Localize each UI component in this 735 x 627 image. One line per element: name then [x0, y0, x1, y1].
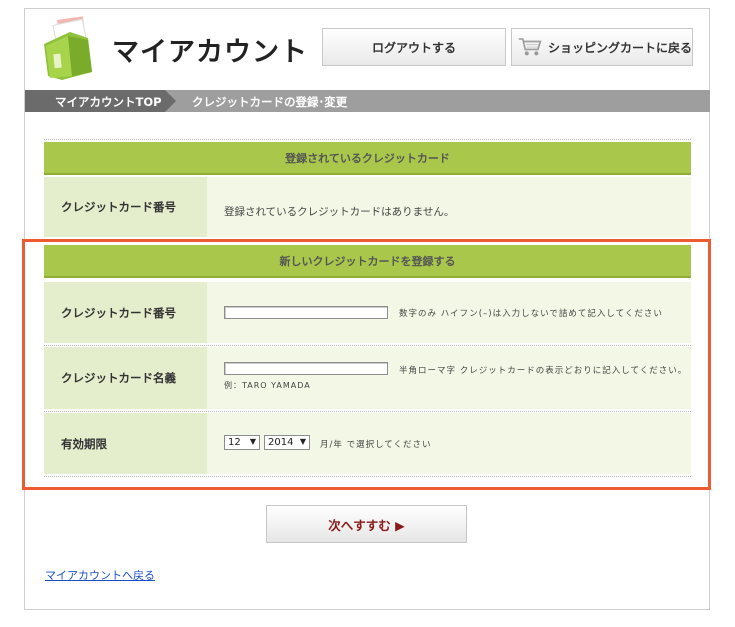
breadcrumb-home[interactable]: マイアカウントTOP	[25, 90, 165, 112]
registered-card-row: クレジットカード番号 登録されているクレジットカードはありません。	[44, 177, 691, 237]
folder-logo-icon	[44, 16, 92, 80]
highlight-box	[22, 239, 711, 490]
back-to-myaccount-link[interactable]: マイアカウントへ戻る	[45, 567, 155, 583]
back-to-cart-label: ショッピングカートに戻る	[547, 40, 692, 55]
breadcrumb-separator-icon	[165, 90, 176, 112]
next-button-label: 次へすすむ ▶	[328, 517, 405, 533]
divider	[44, 139, 691, 140]
next-button[interactable]: 次へすすむ ▶	[266, 505, 467, 543]
page-title: マイアカウント	[112, 37, 308, 68]
back-to-cart-button[interactable]: ショッピングカートに戻る	[511, 28, 693, 66]
registered-card-number-label: クレジットカード番号	[44, 177, 207, 237]
registered-card-value: 登録されているクレジットカードはありません。	[224, 206, 455, 218]
breadcrumb-current: クレジットカードの登録･変更	[192, 95, 348, 109]
registered-cards-heading: 登録されているクレジットカード	[44, 142, 691, 175]
registered-cards-heading-text: 登録されているクレジットカード	[285, 151, 450, 165]
breadcrumb-home-label[interactable]: マイアカウントTOP	[55, 94, 162, 110]
shopping-cart-icon	[518, 38, 542, 56]
logout-button-label: ログアウトする	[371, 40, 456, 55]
logout-button[interactable]: ログアウトする	[322, 28, 506, 66]
